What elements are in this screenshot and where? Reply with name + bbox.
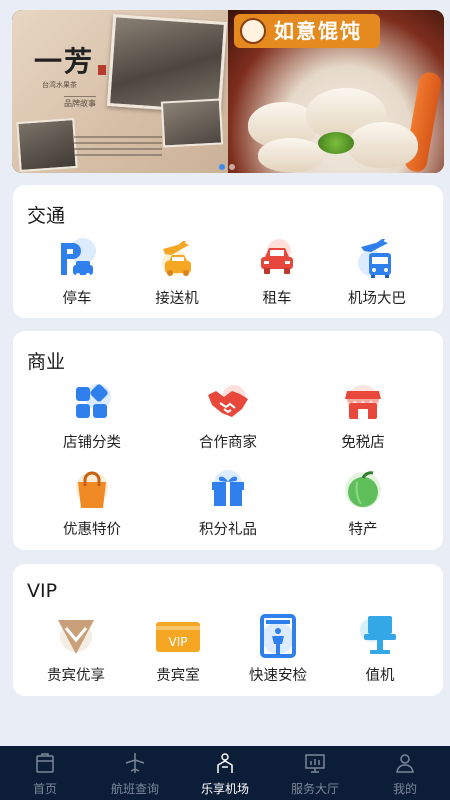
check-in-kiosk-icon xyxy=(358,614,402,658)
car-rental-icon xyxy=(255,237,299,281)
mascot-icon xyxy=(240,18,266,44)
tab-label: 航班查询 xyxy=(110,782,159,796)
banner-brand-title: 一芳 xyxy=(34,45,95,78)
vintage-photo xyxy=(160,98,224,148)
tab-label: 服务大厅 xyxy=(290,782,339,796)
promo-banner[interactable]: 一芳 台湾水果茶 品牌故事 如意馄饨 xyxy=(12,10,444,173)
shop-category-label: 店铺分类 xyxy=(63,435,121,451)
parking-label: 停车 xyxy=(62,291,92,307)
fast-security-label: 快速安检 xyxy=(249,668,307,684)
dumpling-image xyxy=(258,138,324,172)
duty-free-item[interactable]: 免税店 xyxy=(308,381,418,452)
security-gate-icon xyxy=(256,614,300,658)
vip-card-icon: VIP xyxy=(156,614,200,658)
service-hall-icon xyxy=(305,754,325,773)
airport-taxi-icon xyxy=(155,237,199,281)
section-title: 交通 xyxy=(27,205,66,227)
car-rental-label: 租车 xyxy=(262,291,292,307)
seal-stamp xyxy=(98,65,106,75)
partner-merchants-item[interactable]: 合作商家 xyxy=(173,381,283,452)
svg-text:VIP: VIP xyxy=(169,635,188,649)
points-gift-label: 积分礼品 xyxy=(199,522,257,538)
wonton-brand-logo: 如意馄饨 xyxy=(234,14,380,48)
carousel-dot[interactable] xyxy=(229,164,235,170)
tab-label: 我的 xyxy=(392,782,417,796)
fast-security-item[interactable]: 快速安检 xyxy=(223,614,333,685)
car-rental-item[interactable]: 租车 xyxy=(222,237,332,308)
special-offer-label: 优惠特价 xyxy=(63,522,121,538)
airport-bus-icon xyxy=(355,237,399,281)
banner-brand-tag: 品牌故事 xyxy=(64,96,96,109)
airport-service-icon xyxy=(217,753,233,773)
tab-label: 乐享机场 xyxy=(200,782,249,796)
banner-slide-tea-brand[interactable]: 一芳 台湾水果茶 品牌故事 xyxy=(12,10,228,173)
bottom-tab-bar: 首页 航班查询 乐享机场 服务大厅 我的 xyxy=(0,746,450,800)
storefront-icon xyxy=(341,381,385,425)
parking-icon xyxy=(55,237,99,281)
tab-service-hall[interactable]: 服务大厅 xyxy=(270,746,360,800)
airport-bus-label: 机场大巴 xyxy=(348,291,406,307)
airport-taxi-item[interactable]: 接送机 xyxy=(122,237,232,308)
banner-brand-subtitle: 台湾水果茶 xyxy=(42,81,77,89)
partner-merchants-label: 合作商家 xyxy=(199,435,257,451)
airplane-icon xyxy=(125,753,145,773)
brand-story-text xyxy=(74,136,162,170)
airport-taxi-label: 接送机 xyxy=(155,291,199,307)
tab-home[interactable]: 首页 xyxy=(0,746,90,800)
category-icon xyxy=(70,381,114,425)
vip-privilege-label: 贵宾优享 xyxy=(47,668,105,684)
local-specialty-label: 特产 xyxy=(348,522,378,538)
tab-label: 首页 xyxy=(32,782,57,796)
local-specialty-item[interactable]: 特产 xyxy=(308,468,418,539)
gift-icon xyxy=(206,468,250,512)
vip-lounge-label: 贵宾室 xyxy=(156,668,200,684)
section-title: VIP xyxy=(27,580,58,602)
points-gift-item[interactable]: 积分礼品 xyxy=(173,468,283,539)
check-in-item[interactable]: 值机 xyxy=(325,614,435,685)
tab-mine[interactable]: 我的 xyxy=(360,746,450,800)
airport-bus-item[interactable]: 机场大巴 xyxy=(322,237,432,308)
herb-garnish-image xyxy=(318,132,354,154)
vip-diamond-icon xyxy=(54,614,98,658)
special-offer-item[interactable]: 优惠特价 xyxy=(37,468,147,539)
duty-free-label: 免税店 xyxy=(341,435,385,451)
vip-lounge-item[interactable]: VIP 贵宾室 xyxy=(123,614,233,685)
parking-item[interactable]: 停车 xyxy=(22,237,132,308)
home-icon xyxy=(36,753,54,773)
banner-slide-wonton[interactable]: 如意馄饨 xyxy=(228,10,444,173)
traffic-section: 交通 停车 接送机 租车 机场大巴 xyxy=(13,185,443,318)
section-title: 商业 xyxy=(27,351,66,373)
commerce-section: 商业 店铺分类 合作商家 免税店 优惠特价 积分礼品 特产 xyxy=(13,331,443,550)
tab-enjoy-airport[interactable]: 乐享机场 xyxy=(180,746,270,800)
dumpling-image xyxy=(348,122,418,168)
carousel-dot-active[interactable] xyxy=(219,164,225,170)
carousel-indicator xyxy=(217,155,237,173)
tab-flight-query[interactable]: 航班查询 xyxy=(90,746,180,800)
vip-privilege-item[interactable]: 贵宾优享 xyxy=(21,614,131,685)
shop-category-item[interactable]: 店铺分类 xyxy=(37,381,147,452)
check-in-label: 值机 xyxy=(365,668,395,684)
fruit-icon xyxy=(341,468,385,512)
handshake-icon xyxy=(206,381,250,425)
vip-section: VIP 贵宾优享 VIP 贵宾室 快速安检 值机 xyxy=(13,564,443,696)
vintage-photo xyxy=(16,118,78,172)
shopping-bag-icon xyxy=(70,468,114,512)
profile-icon xyxy=(396,754,414,773)
